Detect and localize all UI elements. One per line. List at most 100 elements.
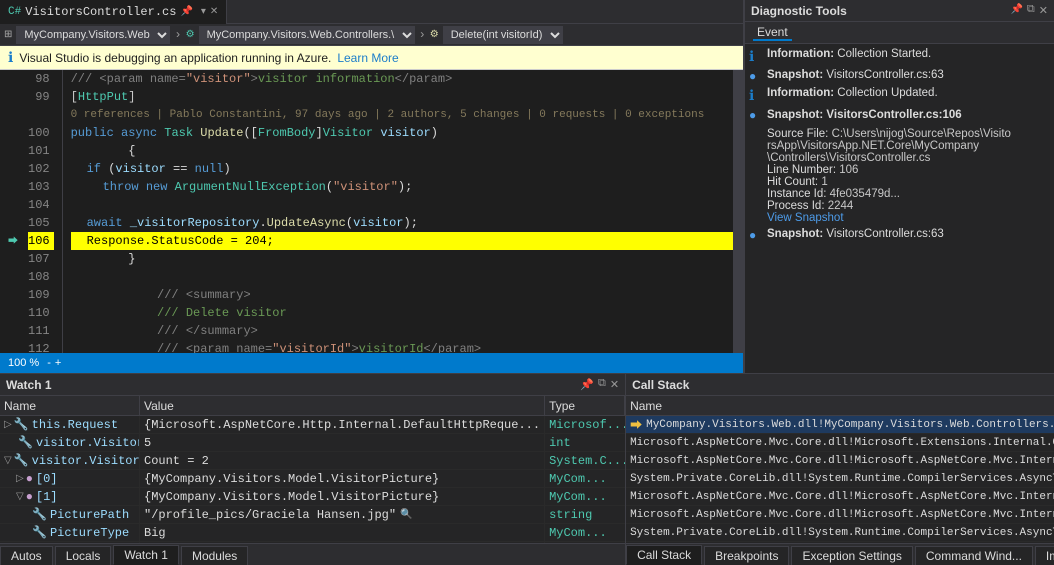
editor-tab-bar: C# VisitorsController.cs 📌 ▾ ✕: [0, 0, 743, 24]
watch-tab-bar: Autos Locals Watch 1 Modules: [0, 543, 625, 565]
watch-cell-name-0: ▷ 🔧 this.Request: [0, 416, 140, 433]
diagnostic-titlebar: Diagnostic Tools 📌 ⧉ ✕: [745, 0, 1054, 22]
editor-scrollbar[interactable]: [733, 70, 743, 353]
callstack-tab-command[interactable]: Command Wind...: [915, 546, 1033, 565]
diag-item-4: ● Snapshot: VisitorsController.cs:106 So…: [749, 108, 1050, 224]
expand-arrow-3[interactable]: ▷: [16, 473, 24, 485]
diag-item-5: ● Snapshot: VisitorsController.cs:63: [749, 228, 1050, 242]
zoom-increase[interactable]: +: [55, 357, 61, 369]
watch-cell-type-2: System.C...: [545, 452, 625, 469]
watch-close-icon[interactable]: ✕: [610, 378, 619, 392]
watch-icon-6: 🔧: [32, 525, 47, 540]
code-line-111: /// </summary>: [71, 322, 733, 340]
code-line-112: /// <param name="visitorId">visitorId</p…: [71, 340, 733, 353]
callstack-tab-immediate[interactable]: Immediate Wind...: [1035, 546, 1054, 565]
tab-options-icon[interactable]: ▾: [201, 6, 206, 18]
controller-icon: ⚙: [186, 29, 195, 41]
watch-cell-type-1: int: [545, 434, 625, 451]
callstack-cell-name-1: Microsoft.AspNetCore.Mvc.Core.dll!Micros…: [626, 434, 1054, 451]
code-line-102: if (visitor == null): [71, 160, 733, 178]
code-line-103: throw new ArgumentNullException("visitor…: [71, 178, 733, 196]
callstack-tab-bar: Call Stack Breakpoints Exception Setting…: [626, 543, 1054, 565]
callstack-title: Call Stack: [632, 378, 689, 392]
watch-name-0: this.Request: [32, 418, 118, 432]
watch-cell-value-0: {Microsoft.AspNetCore.Http.Internal.Defa…: [140, 416, 545, 433]
line-num-104: 104: [28, 196, 54, 214]
watch-tab-locals[interactable]: Locals: [55, 546, 112, 565]
view-snapshot-link[interactable]: View Snapshot: [767, 212, 844, 224]
watch-row-0: ▷ ● [0] {MyCompany.Visitors.Model.Visito…: [0, 470, 625, 488]
expand-arrow-2[interactable]: ▽: [4, 455, 12, 467]
diag-pin-icon[interactable]: 📌: [1010, 4, 1022, 18]
diag-float-icon[interactable]: ⧉: [1027, 4, 1035, 18]
callstack-tab-breakpoints[interactable]: Breakpoints: [704, 546, 789, 565]
diagnostic-panel: Diagnostic Tools 📌 ⧉ ✕ Event ℹ Informati…: [744, 0, 1054, 373]
callstack-col-name: Name: [626, 396, 1054, 415]
method-icon: ⚙: [430, 29, 439, 41]
watch-cell-type-0: Microsof...: [545, 416, 625, 433]
editor-tab-visitors-controller[interactable]: C# VisitorsController.cs 📌 ▾ ✕: [0, 0, 227, 24]
watch-cell-type-4: MyCom...: [545, 488, 625, 505]
watch-tab-autos[interactable]: Autos: [0, 546, 53, 565]
line-num-99: 99: [28, 88, 54, 106]
code-line-108: [71, 268, 733, 286]
diag-view-snapshot[interactable]: View Snapshot: [767, 212, 1050, 224]
line-num-108: 108: [28, 268, 54, 286]
callstack-row-0: ⮕ MyCompany.Visitors.Web.dll!MyCompany.V…: [626, 416, 1054, 434]
arrow2: ›: [419, 28, 426, 42]
callstack-row-2: Microsoft.AspNetCore.Mvc.Core.dll!Micros…: [626, 452, 1054, 470]
info-icon: ℹ: [8, 49, 13, 66]
diagnostic-controls: 📌 ⧉ ✕: [1010, 4, 1048, 18]
watch-icon-2: 🔧: [14, 453, 29, 468]
watch-cell-name-2: ▽ 🔧 visitor.VisitorPicture: [0, 452, 140, 469]
line-num-103: 103: [28, 178, 54, 196]
watch-titlebar: Watch 1 📌 ⧉ ✕: [0, 374, 625, 396]
callstack-cell-name-3: System.Private.CoreLib.dll!System.Runtim…: [626, 470, 1054, 487]
watch-row-visitor-id: 🔧 visitor.VisitorId 5 int: [0, 434, 625, 452]
method-dropdown[interactable]: Delete(int visitorId): [443, 26, 563, 44]
diag-snapshot-detail: Source File: C:\Users\nijog\Source\Repos…: [767, 128, 1050, 224]
watch-icon-3: ●: [26, 472, 33, 486]
watch-row-this-request: ▷ 🔧 this.Request {Microsoft.AspNetCore.H…: [0, 416, 625, 434]
diag-process-id: Process Id: 2244: [767, 200, 1050, 212]
namespace-dropdown[interactable]: MyCompany.Visitors.Web: [16, 26, 170, 44]
class-dropdown[interactable]: MyCompany.Visitors.Web.Controllers.\: [199, 26, 415, 44]
line-num-107: 107: [28, 250, 54, 268]
zoom-decrease[interactable]: -: [47, 357, 51, 369]
watch-pin-icon[interactable]: 📌: [580, 378, 594, 392]
watch-cell-value-3: {MyCompany.Visitors.Model.VisitorPicture…: [140, 470, 545, 487]
diag-instance-id: Instance Id: 4fe035479d...: [767, 188, 1050, 200]
tab-close-icon[interactable]: ✕: [210, 6, 218, 18]
watch-float-icon[interactable]: ⧉: [598, 378, 606, 392]
callstack-cell-name-4: Microsoft.AspNetCore.Mvc.Core.dll!Micros…: [626, 488, 1054, 505]
watch-cell-name-5: 🔧 PicturePath: [0, 506, 140, 523]
watch-cell-name-1: 🔧 visitor.VisitorId: [0, 434, 140, 451]
callstack-titlebar: Call Stack 📌 ⧉ ✕: [626, 374, 1054, 396]
line-num-101: 101: [28, 142, 54, 160]
callstack-row-4: Microsoft.AspNetCore.Mvc.Core.dll!Micros…: [626, 488, 1054, 506]
line-num-98: 98: [28, 70, 54, 88]
watch-tab-modules[interactable]: Modules: [181, 546, 248, 565]
expand-arrow-0[interactable]: ▷: [4, 419, 12, 431]
diag-close-icon[interactable]: ✕: [1039, 4, 1048, 18]
learn-more-link[interactable]: Learn More: [337, 51, 398, 65]
callstack-tab-exceptions[interactable]: Exception Settings: [791, 546, 912, 565]
watch-row-picturetype: 🔧 PictureType Big MyCom...: [0, 524, 625, 542]
diagnostic-tab-event[interactable]: Event: [753, 25, 792, 41]
editor-toolbar: ⊞ MyCompany.Visitors.Web › ⚙ MyCompany.V…: [0, 24, 743, 46]
watch-cell-type-6: MyCom...: [545, 524, 625, 541]
line-num-100: 100: [28, 124, 54, 142]
diagnostic-content: ℹ Information: Collection Started. ● Sna…: [745, 44, 1054, 373]
code-line-105: await _visitorRepository.UpdateAsync(vis…: [71, 214, 733, 232]
expand-arrow-4[interactable]: ▽: [16, 491, 24, 503]
code-line-110: /// Delete visitor: [71, 304, 733, 322]
diag-item-3: ℹ Information: Collection Updated.: [749, 87, 1050, 104]
watch-cell-value-6: Big: [140, 524, 545, 541]
watch-tab-watch1[interactable]: Watch 1: [113, 545, 179, 565]
code-line-99: [HttpPut]: [71, 88, 733, 106]
diagnostic-tab-bar: Event: [745, 22, 1054, 44]
watch-name-2: visitor.VisitorPicture: [32, 454, 140, 468]
search-in-value-icon[interactable]: 🔍: [400, 509, 412, 521]
code-line-104: [71, 196, 733, 214]
callstack-tab-callstack[interactable]: Call Stack: [626, 545, 702, 565]
